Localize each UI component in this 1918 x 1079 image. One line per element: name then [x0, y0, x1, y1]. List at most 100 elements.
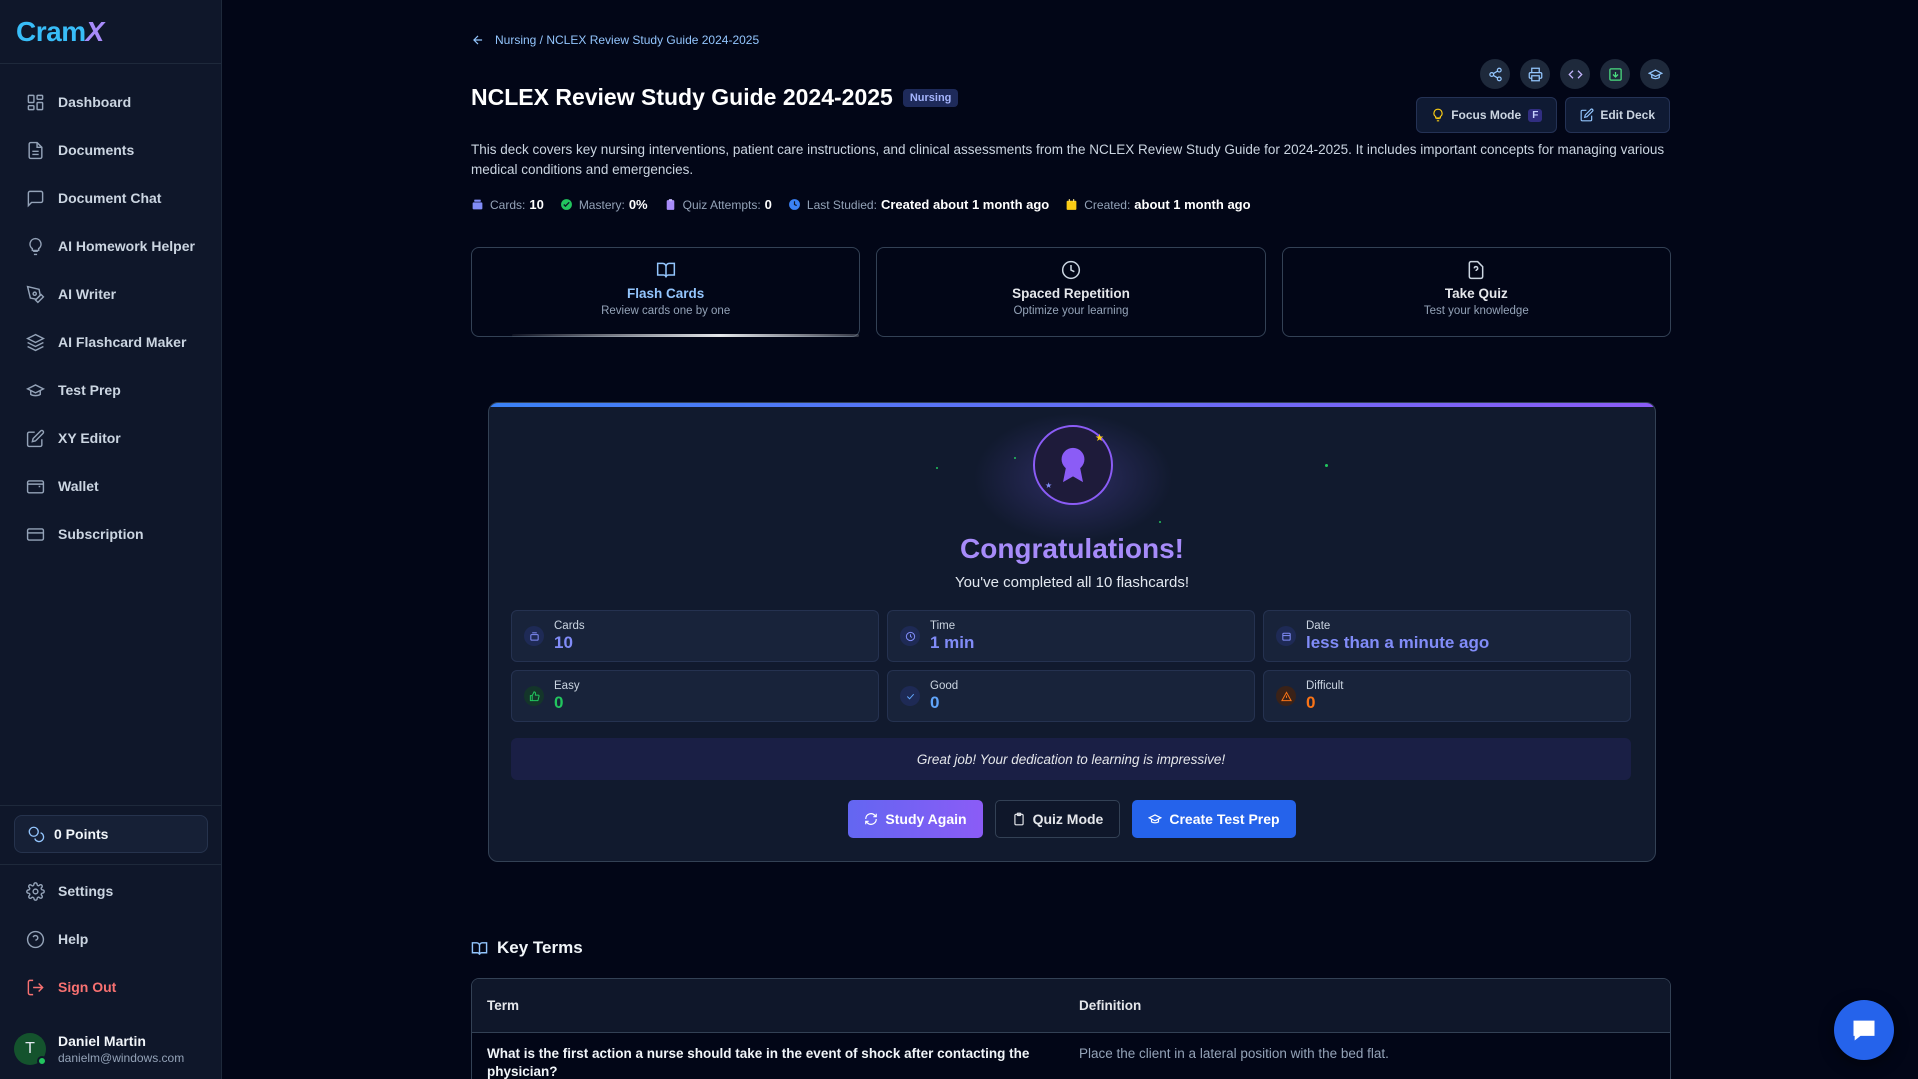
- points-section: 0 Points: [0, 805, 222, 865]
- stat-time: Time 1 min: [887, 610, 1255, 662]
- credit-card-icon: [26, 527, 45, 541]
- stat-icon: [900, 686, 920, 706]
- stat-icon: [524, 686, 544, 706]
- embed-button[interactable]: [1560, 59, 1590, 89]
- definition-cell: Place the client in a lateral position w…: [1079, 1046, 1389, 1061]
- lightbulb-icon: [29, 237, 42, 255]
- sidebar-item-settings[interactable]: Settings: [0, 867, 222, 915]
- mode-spaced-repetition[interactable]: Spaced Repetition Optimize your learning: [876, 247, 1266, 337]
- sidebar-item-ai-writer[interactable]: AI Writer: [0, 270, 221, 318]
- logo-text: Cram: [16, 16, 86, 47]
- stat-label: Time: [930, 619, 956, 632]
- meta-last-label: Last Studied:: [806, 197, 877, 212]
- breadcrumb-text: Nursing / NCLEX Review Study Guide 2024-…: [495, 33, 760, 47]
- stat-value: 0: [554, 692, 564, 712]
- points-button[interactable]: 0 Points: [14, 815, 208, 853]
- table-row: What is the first action a nurse should …: [472, 1033, 1670, 1079]
- sidebar-item-document-chat[interactable]: Document Chat: [0, 174, 221, 222]
- avatar-initial: T: [25, 1040, 35, 1057]
- sidebar-nav: Dashboard Documents Document Chat AI Hom…: [0, 64, 221, 558]
- sidebar-item-label: Help: [58, 931, 89, 947]
- sidebar-item-documents[interactable]: Documents: [0, 126, 221, 174]
- sidebar-item-sign-out[interactable]: Sign Out: [0, 963, 222, 1011]
- refresh-icon: [865, 813, 878, 825]
- sidebar-item-subscription[interactable]: Subscription: [0, 510, 221, 558]
- support-chat-button[interactable]: [1834, 1000, 1894, 1060]
- calendar-icon: [1066, 199, 1077, 210]
- edit-icon: [26, 429, 45, 447]
- key-terms-heading: Key Terms: [471, 938, 583, 958]
- sidebar-item-label: AI Writer: [58, 286, 117, 302]
- download-button[interactable]: [1600, 59, 1630, 89]
- user-profile[interactable]: T Daniel Martin danielm@windows.com: [0, 1019, 222, 1079]
- create-test-prep-button[interactable]: Create Test Prep: [1132, 800, 1296, 838]
- page-title: NCLEX Review Study Guide 2024-2025: [471, 84, 893, 110]
- focus-mode-button[interactable]: Focus Mode F: [1416, 97, 1558, 133]
- meta-cards-value: 10: [529, 197, 544, 212]
- column-header-term: Term: [487, 998, 520, 1013]
- mode-title: Spaced Repetition: [1012, 286, 1130, 301]
- meta-created-label: Created:: [1084, 197, 1131, 212]
- share-button[interactable]: [1480, 59, 1510, 89]
- app-logo[interactable]: CramX: [0, 0, 221, 64]
- graduation-cap-icon: [1647, 68, 1663, 79]
- sidebar-item-test-prep[interactable]: Test Prep: [0, 366, 221, 414]
- meta-quiz-label: Quiz Attempts:: [682, 197, 761, 212]
- meta-created-value: about 1 month ago: [1134, 197, 1251, 212]
- help-circle-icon: [26, 930, 45, 948]
- stat-value: 1 min: [930, 632, 975, 652]
- stat-icon: [1276, 626, 1296, 646]
- stat-icon: [524, 626, 544, 646]
- stat-value: 10: [554, 632, 573, 652]
- sidebar-item-label: XY Editor: [58, 430, 121, 446]
- sparkle-dot: [936, 467, 938, 469]
- meta-mastery-value: 0%: [628, 197, 648, 212]
- gradient-bar: [489, 403, 1655, 407]
- coins-icon: [28, 826, 45, 843]
- book-open-icon: [656, 262, 675, 278]
- sidebar-item-dashboard[interactable]: Dashboard: [0, 78, 221, 126]
- stat-label: Difficult: [1306, 679, 1344, 692]
- key-terms-table: Term Definition What is the first action…: [471, 978, 1671, 1079]
- stat-date: Date less than a minute ago: [1263, 610, 1631, 662]
- meta-last-studied: Last Studied: Created about 1 month ago: [788, 197, 1049, 212]
- completion-card: ★ ★ Congratulations! You've completed al…: [488, 402, 1656, 862]
- chat-icon: [27, 190, 44, 207]
- stat-value: 0: [930, 692, 940, 712]
- clipboard-icon: [666, 199, 674, 210]
- completion-actions: Study Again Quiz Mode Create Test Prep: [489, 800, 1655, 838]
- edit-deck-button[interactable]: Edit Deck: [1565, 97, 1670, 133]
- gear-icon: [26, 881, 45, 901]
- pen-tool-icon: [26, 285, 45, 303]
- meta-mastery-label: Mastery:: [578, 197, 625, 212]
- sidebar-item-ai-flashcard-maker[interactable]: AI Flashcard Maker: [0, 318, 221, 366]
- sidebar-item-xy-editor[interactable]: XY Editor: [0, 414, 221, 462]
- meta-created: Created: about 1 month ago: [1065, 197, 1251, 212]
- deck-description: This deck covers key nursing interventio…: [471, 142, 1665, 177]
- stat-difficult: Difficult 0: [1263, 670, 1631, 722]
- mode-take-quiz[interactable]: Take Quiz Test your knowledge: [1281, 247, 1671, 337]
- edit-icon: [1580, 108, 1594, 122]
- breadcrumb[interactable]: Nursing / NCLEX Review Study Guide 2024-…: [471, 33, 759, 47]
- check-circle-icon: [560, 199, 572, 210]
- stat-label: Date: [1306, 619, 1331, 632]
- user-email: danielm@windows.com: [58, 1051, 185, 1065]
- clipboard-icon: [1013, 812, 1024, 826]
- test-prep-button[interactable]: [1640, 59, 1670, 89]
- meta-mastery: Mastery: 0%: [560, 197, 648, 212]
- stat-easy: Easy 0: [511, 670, 879, 722]
- stat-label: Easy: [554, 679, 580, 692]
- sidebar-item-label: Dashboard: [58, 94, 132, 110]
- mode-flash-cards[interactable]: Flash Cards Review cards one by one: [471, 247, 861, 337]
- sidebar-item-wallet[interactable]: Wallet: [0, 462, 221, 510]
- graduation-cap-icon: [1148, 814, 1163, 824]
- encouragement-message: Great job! Your dedication to learning i…: [511, 738, 1631, 780]
- congrats-title: Congratulations!: [960, 533, 1184, 564]
- sidebar-item-ai-homework-helper[interactable]: AI Homework Helper: [0, 222, 221, 270]
- meta-last-value: Created about 1 month ago: [880, 197, 1050, 212]
- quiz-mode-button[interactable]: Quiz Mode: [994, 800, 1121, 838]
- book-icon: [471, 941, 488, 955]
- print-button[interactable]: [1520, 59, 1550, 89]
- sidebar-item-help[interactable]: Help: [0, 915, 222, 963]
- study-again-button[interactable]: Study Again: [848, 800, 983, 838]
